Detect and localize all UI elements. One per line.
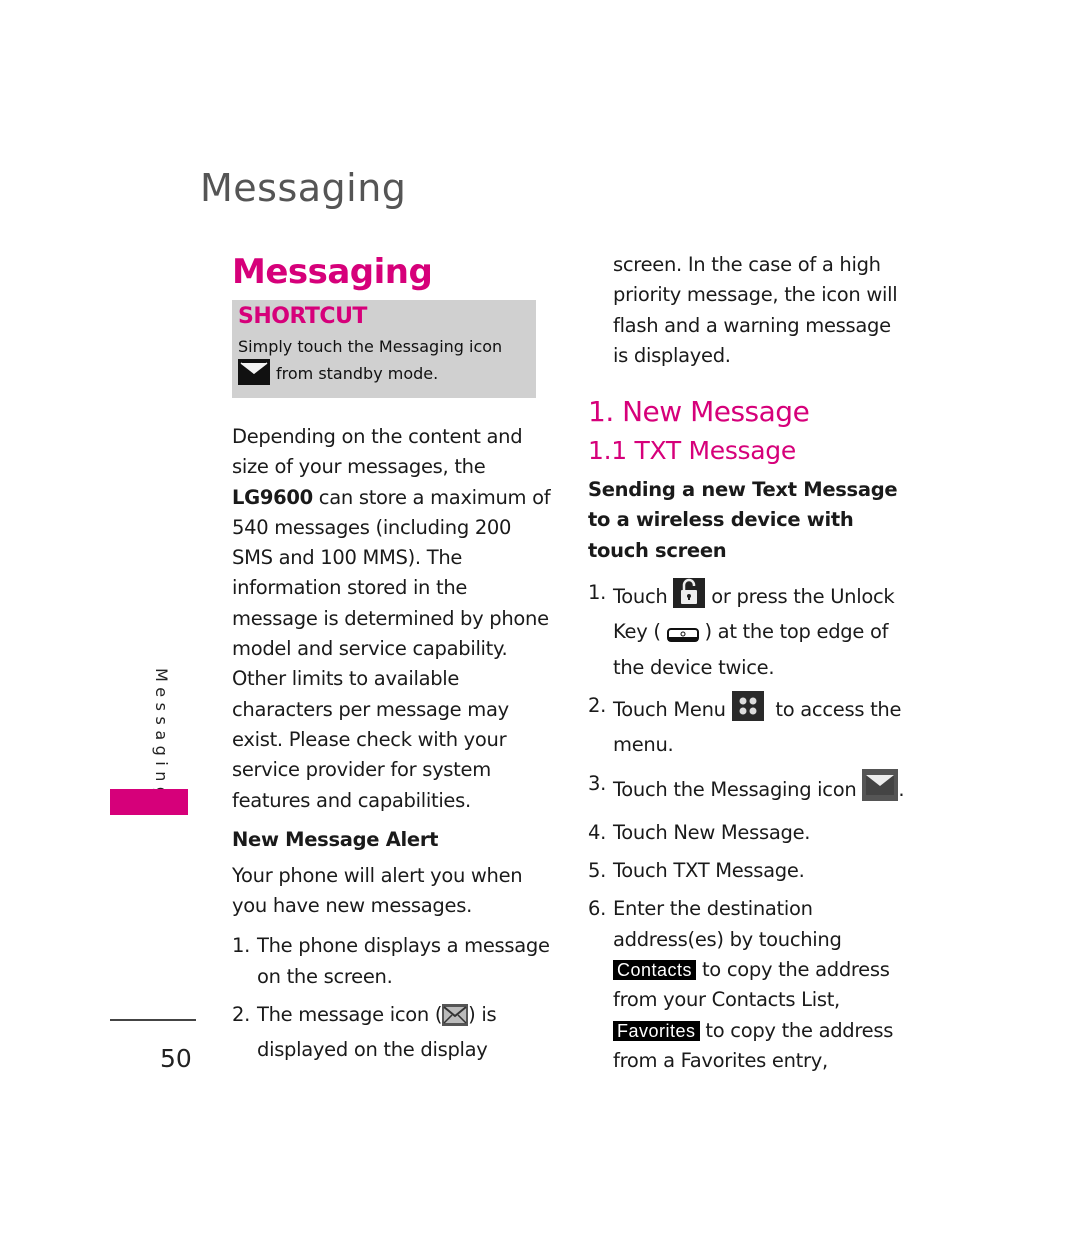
step-text: Touch	[613, 585, 674, 609]
alert-text: Your phone will alert you when you have …	[232, 863, 523, 918]
left-column: Messaging SHORTCUT Simply touch the Mess…	[232, 250, 552, 1074]
heading-new-message: 1. New Message	[588, 395, 810, 429]
unlock-icon	[673, 578, 706, 617]
step-text: .	[898, 777, 905, 801]
side-chapter-label: Messaging	[152, 668, 171, 803]
right-column: screen. In the case of a high priority m…	[588, 250, 908, 1084]
menu-option-new-message: New Message	[673, 820, 805, 844]
step-text: Touch	[613, 859, 674, 883]
alert-step: 2. The message icon () is displayed on t…	[232, 1000, 552, 1066]
chapter-tab-marker	[110, 789, 188, 815]
txt-steps: 1. Touch or press the Unlock Key ( ) at …	[588, 578, 908, 1076]
step-text: Touch Menu	[613, 697, 732, 721]
intro-paragraph: Depending on the content and size of you…	[232, 422, 552, 816]
step-text: Touch	[613, 820, 674, 844]
shortcut-box: SHORTCUT Simply touch the Messaging icon…	[232, 300, 536, 398]
txt-step: 6. Enter the destination address(es) by …	[588, 894, 908, 1076]
step-number: 3.	[588, 771, 607, 795]
txt-step: 2. Touch Menu to access the menu.	[588, 690, 908, 761]
page-number: 50	[160, 1044, 192, 1073]
envelope-icon	[238, 359, 270, 392]
txt-step: 1. Touch or press the Unlock Key ( ) at …	[588, 578, 908, 683]
step-text: .	[798, 859, 805, 883]
step-number: 5.	[588, 859, 607, 883]
favorites-button-label: Favorites	[613, 1020, 700, 1041]
step-text: The message icon (	[257, 1003, 443, 1027]
intro-text-1: Depending on the content and size of you…	[232, 425, 523, 479]
envelope-icon	[862, 768, 899, 810]
shortcut-text: Simply touch the Messaging icon from sta…	[238, 335, 536, 392]
step-number: 1.	[232, 934, 251, 958]
alert-step: 1. The phone displays a message on the s…	[232, 931, 552, 992]
model-name: LG9600	[232, 485, 313, 509]
unlock-key-icon	[666, 622, 699, 652]
txt-step: 5. Touch TXT Message.	[588, 856, 908, 886]
shortcut-title: SHORTCUT	[238, 304, 367, 329]
menu-option-txt-message: TXT Message	[673, 859, 799, 883]
heading-txt-message: 1.1 TXT Message	[588, 436, 796, 466]
step-text: The phone displays a message on the scre…	[257, 934, 550, 988]
shortcut-line1: Simply touch the Messaging icon	[238, 337, 503, 356]
section-title: Messaging	[232, 252, 433, 292]
continued-text: screen. In the case of a high priority m…	[613, 253, 898, 367]
contacts-button-label: Contacts	[613, 960, 697, 981]
txt-step: 3. Touch the Messaging icon .	[588, 768, 908, 810]
step-number: 2.	[232, 1003, 251, 1027]
txt-intro: Sending a new Text Message to a wireless…	[588, 478, 898, 562]
step-text: Enter the destination address(es) by tou…	[613, 897, 842, 951]
alert-steps: 1. The phone displays a message on the s…	[232, 931, 552, 1065]
footer-divider	[110, 1019, 196, 1021]
intro-text-2: can store a maximum of 540 messages (inc…	[232, 485, 551, 812]
menu-icon	[731, 690, 764, 730]
step-number: 4.	[588, 820, 607, 844]
txt-step: 4. Touch New Message.	[588, 818, 908, 848]
shortcut-line2: from standby mode.	[276, 364, 439, 383]
step-text: Touch the Messaging icon	[613, 777, 863, 801]
step-text: .	[804, 820, 811, 844]
step-number: 2.	[588, 693, 607, 717]
alert-heading: New Message Alert	[232, 827, 439, 851]
step-number: 1.	[588, 581, 607, 605]
step-number: 6.	[588, 897, 607, 921]
message-status-icon	[442, 1004, 469, 1035]
running-head: Messaging	[200, 166, 407, 210]
